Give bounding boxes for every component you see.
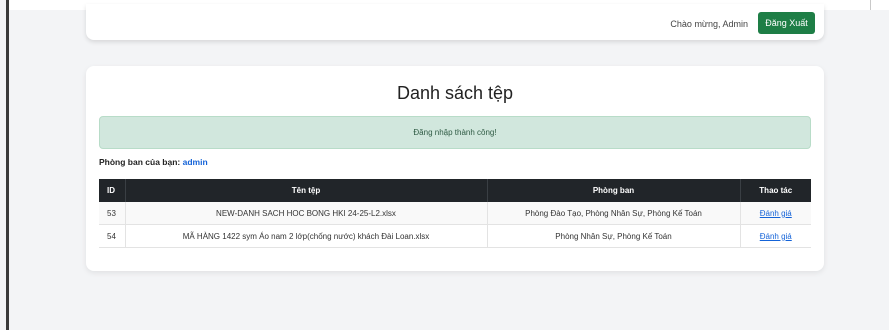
- column-header-department: Phòng ban: [486, 179, 740, 202]
- cell-action: Đánh giá: [739, 202, 811, 225]
- cell-action: Đánh giá: [739, 224, 811, 248]
- cell-department: Phòng Nhân Sự, Phòng Kế Toán: [486, 224, 740, 248]
- success-alert: Đăng nhập thành công!: [99, 116, 811, 149]
- cell-id: 53: [99, 202, 125, 225]
- table-row: 54 MÃ HÀNG 1422 sym Áo nam 2 lớp(chống n…: [99, 224, 811, 248]
- cell-id: 54: [99, 224, 125, 248]
- scrollbar-edge: [870, 0, 871, 10]
- department-value: admin: [182, 157, 208, 167]
- column-header-action: Thao tác: [739, 179, 811, 202]
- logout-button[interactable]: Đăng Xuất: [758, 12, 815, 34]
- evaluate-link[interactable]: Đánh giá: [760, 209, 792, 218]
- evaluate-link[interactable]: Đánh giá: [760, 232, 792, 241]
- file-list-card: Danh sách tệp Đăng nhập thành công! Phòn…: [86, 66, 824, 271]
- cell-file-name: NEW-DANH SACH HOC BONG HKI 24-25-L2.xlsx: [124, 202, 487, 225]
- table-row: 53 NEW-DANH SACH HOC BONG HKI 24-25-L2.x…: [99, 202, 811, 225]
- column-header-file-name: Tên tệp: [124, 179, 487, 202]
- page-title: Danh sách tệp: [396, 83, 514, 103]
- file-table: ID Tên tệp Phòng ban Thao tác 53 NEW-DAN…: [99, 179, 811, 248]
- window-left-border: [6, 0, 9, 330]
- department-label: Phòng ban của bạn:: [99, 157, 181, 167]
- header-bar: Chào mừng, Admin Đăng Xuất: [86, 4, 824, 40]
- column-header-id: ID: [107, 186, 115, 195]
- welcome-text: Chào mừng, Admin: [670, 19, 748, 29]
- table-header-row: ID Tên tệp Phòng ban Thao tác: [99, 179, 811, 202]
- cell-department: Phòng Đào Tạo, Phòng Nhân Sự, Phòng Kế T…: [486, 202, 740, 225]
- department-info: Phòng ban của bạn: admin: [99, 157, 208, 167]
- cell-file-name: MÃ HÀNG 1422 sym Áo nam 2 lớp(chống nước…: [124, 224, 487, 248]
